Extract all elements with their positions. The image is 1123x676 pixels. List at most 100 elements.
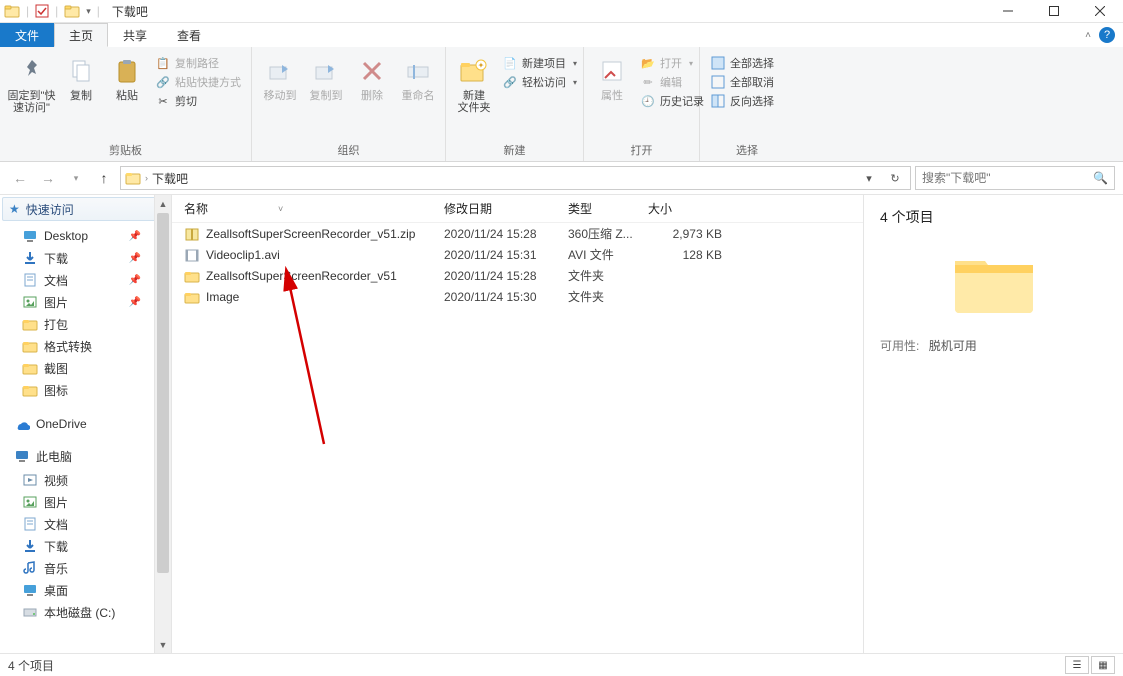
select-all-button[interactable]: 全部选择 [710, 55, 774, 71]
view-icons-button[interactable]: ▦ [1091, 656, 1115, 674]
cloud-icon [14, 416, 30, 432]
pin-icon: 📌 [129, 253, 141, 264]
sidebar-item-onedrive[interactable]: OneDrive [0, 413, 171, 435]
pin-to-quick-access-button[interactable]: 固定到"快 速访问" [6, 51, 57, 139]
cut-button[interactable]: ✂剪切 [155, 93, 241, 109]
quick-access-header[interactable]: ★ 快速访问 [2, 197, 169, 221]
folder-icon [22, 360, 38, 376]
sidebar-item[interactable]: 本地磁盘 (C:) [0, 601, 171, 623]
new-folder-button[interactable]: ✦ 新建 文件夹 [452, 51, 496, 139]
minimize-button[interactable] [985, 0, 1031, 23]
availability-row: 可用性: 脱机可用 [880, 337, 1107, 354]
file-row[interactable]: ZeallsoftSuperScreenRecorder_v51 2020/11… [184, 265, 863, 286]
scroll-down-icon[interactable]: ▼ [155, 636, 171, 653]
column-name[interactable]: 名称˅ [184, 200, 444, 217]
sidebar-item[interactable]: 文档 [0, 513, 171, 535]
folder-icon [22, 338, 38, 354]
sidebar-item[interactable]: 格式转换 [0, 335, 171, 357]
scroll-thumb[interactable] [157, 213, 169, 573]
sidebar-item[interactable]: 音乐 [0, 557, 171, 579]
select-none-button[interactable]: 全部取消 [710, 74, 774, 90]
address-dropdown-icon[interactable]: ▾ [858, 172, 880, 185]
search-box[interactable]: 🔍 [915, 166, 1115, 190]
sidebar-item[interactable]: 文档📌 [0, 269, 171, 291]
pin-icon: 📌 [129, 275, 141, 286]
folder-icon [184, 289, 200, 305]
view-details-button[interactable]: ☰ [1065, 656, 1089, 674]
maximize-button[interactable] [1031, 0, 1077, 23]
sidebar-item[interactable]: 桌面 [0, 579, 171, 601]
properties-button[interactable]: 属性 [590, 51, 634, 139]
sidebar-item[interactable]: 下载📌 [0, 247, 171, 269]
folder-icon [125, 170, 141, 186]
easy-access-button[interactable]: 🔗轻松访问▾ [502, 74, 577, 90]
sidebar-item[interactable]: 图标 [0, 379, 171, 401]
properties-icon [596, 55, 628, 87]
doc-icon [22, 516, 38, 532]
column-type[interactable]: 类型 [568, 200, 648, 217]
file-list[interactable]: 名称˅ 修改日期 类型 大小 ZeallsoftSuperScreenRecor… [172, 195, 863, 653]
tab-view[interactable]: 查看 [162, 23, 216, 47]
history-icon: 🕘 [640, 93, 656, 109]
pic-icon [22, 294, 38, 310]
section-label: 新建 [452, 139, 577, 161]
sidebar-item[interactable]: 图片 [0, 491, 171, 513]
rename-button[interactable]: 重命名 [396, 51, 440, 139]
nav-scrollbar[interactable]: ▲ ▼ [154, 195, 171, 653]
desktop-icon [22, 582, 38, 598]
sidebar-item[interactable]: 截图 [0, 357, 171, 379]
doc-icon [22, 272, 38, 288]
open-button[interactable]: 📂打开▾ [640, 55, 704, 71]
copy-path-button[interactable]: 📋复制路径 [155, 55, 241, 71]
nav-recent-dropdown[interactable]: ▾ [64, 166, 88, 190]
nav-back-button[interactable]: ← [8, 166, 32, 190]
sidebar-item[interactable]: 视频 [0, 469, 171, 491]
history-button[interactable]: 🕘历史记录 [640, 93, 704, 109]
breadcrumb[interactable]: 下载吧 [152, 170, 188, 187]
file-row[interactable]: ZeallsoftSuperScreenRecorder_v51.zip 202… [184, 223, 863, 244]
navigation-pane[interactable]: ★ 快速访问 Desktop📌下载📌文档📌图片📌打包格式转换截图图标 OneDr… [0, 195, 172, 653]
close-button[interactable] [1077, 0, 1123, 23]
sidebar-item[interactable]: 下载 [0, 535, 171, 557]
invert-icon [710, 93, 726, 109]
edit-button[interactable]: ✏编辑 [640, 74, 704, 90]
scroll-up-icon[interactable]: ▲ [155, 195, 171, 212]
qat-sep: | [97, 4, 100, 18]
sidebar-item-this-pc[interactable]: 此电脑 [0, 445, 171, 467]
file-row[interactable]: Videoclip1.avi 2020/11/24 15:31 AVI 文件 1… [184, 244, 863, 265]
easy-access-icon: 🔗 [502, 74, 518, 90]
tab-file[interactable]: 文件 [0, 23, 54, 47]
copy-to-button[interactable]: 复制到 [304, 51, 348, 139]
qat-dropdown-icon[interactable]: ▾ [86, 6, 91, 17]
paste-shortcut-button[interactable]: 🔗粘贴快捷方式 [155, 74, 241, 90]
address-box[interactable]: › 下载吧 ▾ ↻ [120, 166, 911, 190]
search-icon[interactable]: 🔍 [1093, 171, 1108, 185]
nav-forward-button[interactable]: → [36, 166, 60, 190]
column-size[interactable]: 大小 [648, 200, 728, 217]
ribbon-collapse-icon[interactable]: ˄ [1085, 30, 1091, 41]
tab-home[interactable]: 主页 [54, 23, 108, 47]
new-item-button[interactable]: 📄新建项目▾ [502, 55, 577, 71]
help-icon[interactable]: ? [1099, 27, 1115, 43]
qat-checkbox-icon[interactable] [35, 4, 49, 18]
refresh-button[interactable]: ↻ [884, 172, 906, 185]
move-to-button[interactable]: 移动到 [258, 51, 302, 139]
delete-button[interactable]: 删除 [350, 51, 394, 139]
details-title: 4 个项目 [880, 207, 1107, 227]
section-label: 剪贴板 [6, 139, 245, 161]
tab-share[interactable]: 共享 [108, 23, 162, 47]
open-icon: 📂 [640, 55, 656, 71]
nav-up-button[interactable]: ↑ [92, 166, 116, 190]
copy-button[interactable]: 复制 [59, 51, 103, 139]
invert-selection-button[interactable]: 反向选择 [710, 93, 774, 109]
desktop-icon [22, 228, 38, 244]
shortcut-icon: 🔗 [155, 74, 171, 90]
search-input[interactable] [922, 171, 1087, 185]
paste-button[interactable]: 粘贴 [105, 51, 149, 139]
sidebar-item[interactable]: 打包 [0, 313, 171, 335]
file-row[interactable]: Image 2020/11/24 15:30 文件夹 [184, 286, 863, 307]
sidebar-item[interactable]: Desktop📌 [0, 225, 171, 247]
column-date[interactable]: 修改日期 [444, 200, 568, 217]
section-label: 打开 [590, 139, 693, 161]
sidebar-item[interactable]: 图片📌 [0, 291, 171, 313]
